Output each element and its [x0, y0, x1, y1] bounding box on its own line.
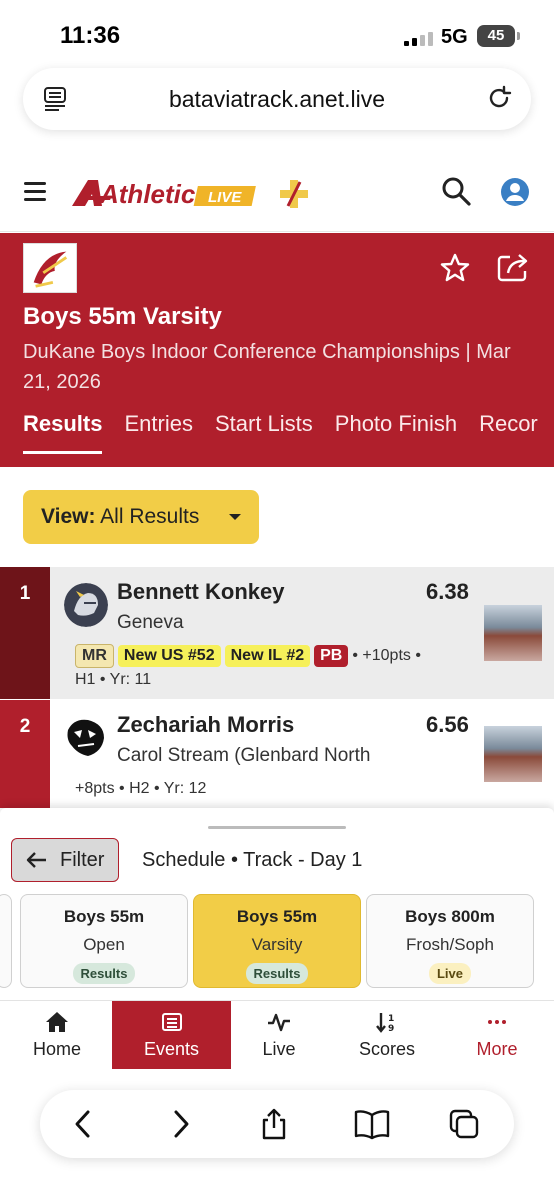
card-status-badge: Results — [245, 963, 309, 984]
event-card[interactable]: Boys 800m Frosh/Soph Live — [366, 894, 534, 988]
athlete-name[interactable]: Bennett Konkey — [117, 579, 284, 605]
card-status-badge: Live — [428, 963, 471, 984]
nav-events[interactable]: Events — [112, 1001, 231, 1069]
event-carousel[interactable]: Boys 55m Open Results Boys 55m Varsity R… — [0, 894, 554, 990]
tab-results[interactable]: Results — [23, 411, 103, 454]
us-rank-badge: New US #52 — [117, 645, 221, 667]
il-rank-badge: New IL #2 — [224, 645, 311, 667]
reload-icon[interactable] — [485, 84, 513, 112]
arrow-left-icon — [26, 852, 46, 868]
nav-label: Events — [143, 1039, 200, 1059]
card-event: Boys 800m — [405, 907, 495, 926]
schedule-sheet: Filter Schedule • Track - Day 1 Boys 55m… — [0, 808, 554, 1000]
favorite-star-icon[interactable] — [440, 253, 470, 283]
cellular-signal-icon — [404, 30, 433, 46]
meet-name: DuKane Boys Indoor Conference Championsh… — [23, 341, 511, 393]
share-sheet-icon[interactable] — [258, 1108, 290, 1140]
bottom-nav: Home Events Live 1 9 Scores More — [0, 1000, 554, 1070]
logo-text: Athletic — [99, 179, 196, 209]
nav-more[interactable]: More — [440, 1001, 554, 1069]
tab-start-lists[interactable]: Start Lists — [215, 411, 313, 451]
filter-button[interactable]: Filter — [11, 838, 119, 882]
team-logo-icon — [67, 719, 104, 756]
status-bar: 11:36 5G 45 — [0, 0, 554, 64]
result-place: 2 — [0, 700, 50, 808]
athletic-live-logo[interactable]: Athletic LIVE — [72, 176, 262, 212]
event-header: Boys 55m Varsity DuKane Boys Indoor Conf… — [0, 233, 554, 467]
points-text: • +10pts • — [352, 647, 421, 664]
heat-year-text: H1 • Yr: 11 — [75, 671, 152, 688]
result-mark: 6.38 — [426, 579, 469, 604]
sort-numeric-icon: 1 9 — [376, 1013, 394, 1033]
logo-badge: LIVE — [208, 189, 242, 206]
result-badges: MR New US #52 New IL #2 PB • +10pts • — [75, 644, 421, 668]
tab-records[interactable]: Recor — [479, 411, 538, 451]
team-name[interactable]: Carol Stream (Glenbard North — [117, 745, 370, 767]
team-emblem-icon — [23, 243, 77, 293]
user-account-icon[interactable] — [500, 177, 530, 207]
filter-label: Filter — [60, 849, 105, 871]
share-icon[interactable] — [496, 251, 530, 283]
svg-text:9: 9 — [388, 1024, 394, 1033]
photo-finish-thumbnail[interactable] — [484, 605, 542, 661]
meet-record-badge: MR — [75, 644, 114, 668]
tab-photo-finish[interactable]: Photo Finish — [335, 411, 457, 451]
nav-live[interactable]: Live — [222, 1001, 336, 1069]
pulse-icon — [268, 1013, 290, 1032]
athlete-name[interactable]: Zechariah Morris — [117, 712, 294, 738]
forward-icon[interactable] — [164, 1108, 196, 1140]
status-time: 11:36 — [60, 22, 121, 49]
url-text[interactable]: bataviatrack.anet.live — [23, 86, 531, 113]
team-name[interactable]: Geneva — [117, 612, 184, 634]
event-tabs: Results Entries Start Lists Photo Finish Rec… — [23, 411, 554, 454]
caret-down-icon — [229, 514, 241, 520]
event-title: Boys 55m Varsity — [23, 303, 222, 330]
result-mark: 6.56 — [426, 712, 469, 737]
card-division: Open — [83, 935, 125, 954]
card-division: Frosh/Soph — [406, 935, 494, 954]
personal-best-badge: PB — [314, 645, 349, 667]
result-place: 1 — [0, 567, 50, 699]
nav-label: Home — [32, 1039, 81, 1059]
result-row[interactable]: 2 Zechariah Morris 6.56 Carol Stream (Gl… — [0, 700, 554, 808]
photo-finish-thumbnail[interactable] — [484, 726, 542, 782]
bookmarks-icon[interactable] — [354, 1108, 390, 1140]
battery-icon: 45 — [477, 25, 520, 47]
event-card-partial[interactable] — [0, 894, 12, 988]
event-card[interactable]: Boys 55m Open Results — [20, 894, 188, 988]
view-value: All Results — [100, 505, 200, 528]
menu-icon[interactable] — [24, 182, 46, 202]
tab-entries[interactable]: Entries — [124, 411, 192, 451]
tabs-icon[interactable] — [448, 1108, 480, 1140]
result-details: +8pts • H2 • Yr: 12 — [75, 780, 207, 797]
card-division: Varsity — [251, 935, 303, 954]
card-status-badge: Results — [72, 963, 136, 984]
event-card-active[interactable]: Boys 55m Varsity Results — [193, 894, 361, 988]
address-bar[interactable]: bataviatrack.anet.live — [23, 68, 531, 130]
result-row[interactable]: 1 Bennett Konkey 6.38 Geneva MR New US #5… — [0, 567, 554, 699]
network-type: 5G — [441, 26, 468, 48]
nav-label: More — [476, 1039, 518, 1059]
search-icon[interactable] — [441, 176, 471, 206]
list-icon — [162, 1013, 182, 1031]
card-event: Boys 55m — [63, 907, 145, 926]
nav-label: Live — [262, 1039, 296, 1059]
home-icon — [46, 1012, 68, 1032]
schedule-label: Schedule • Track - Day 1 — [142, 849, 363, 871]
team-logo-icon — [64, 583, 108, 627]
view-dropdown[interactable]: View: All Results — [23, 490, 259, 544]
nav-label: Scores — [358, 1039, 416, 1059]
sheet-drag-handle[interactable] — [208, 826, 346, 829]
back-icon[interactable] — [68, 1108, 100, 1140]
view-label: View: — [41, 505, 96, 528]
browser-toolbar — [40, 1090, 514, 1158]
svg-text:1: 1 — [388, 1014, 394, 1024]
plus-logo-icon[interactable] — [278, 178, 310, 210]
more-dots-icon — [488, 1020, 506, 1024]
nav-home[interactable]: Home — [0, 1001, 114, 1069]
nav-scores[interactable]: 1 9 Scores — [330, 1001, 444, 1069]
card-event: Boys 55m — [236, 907, 318, 926]
